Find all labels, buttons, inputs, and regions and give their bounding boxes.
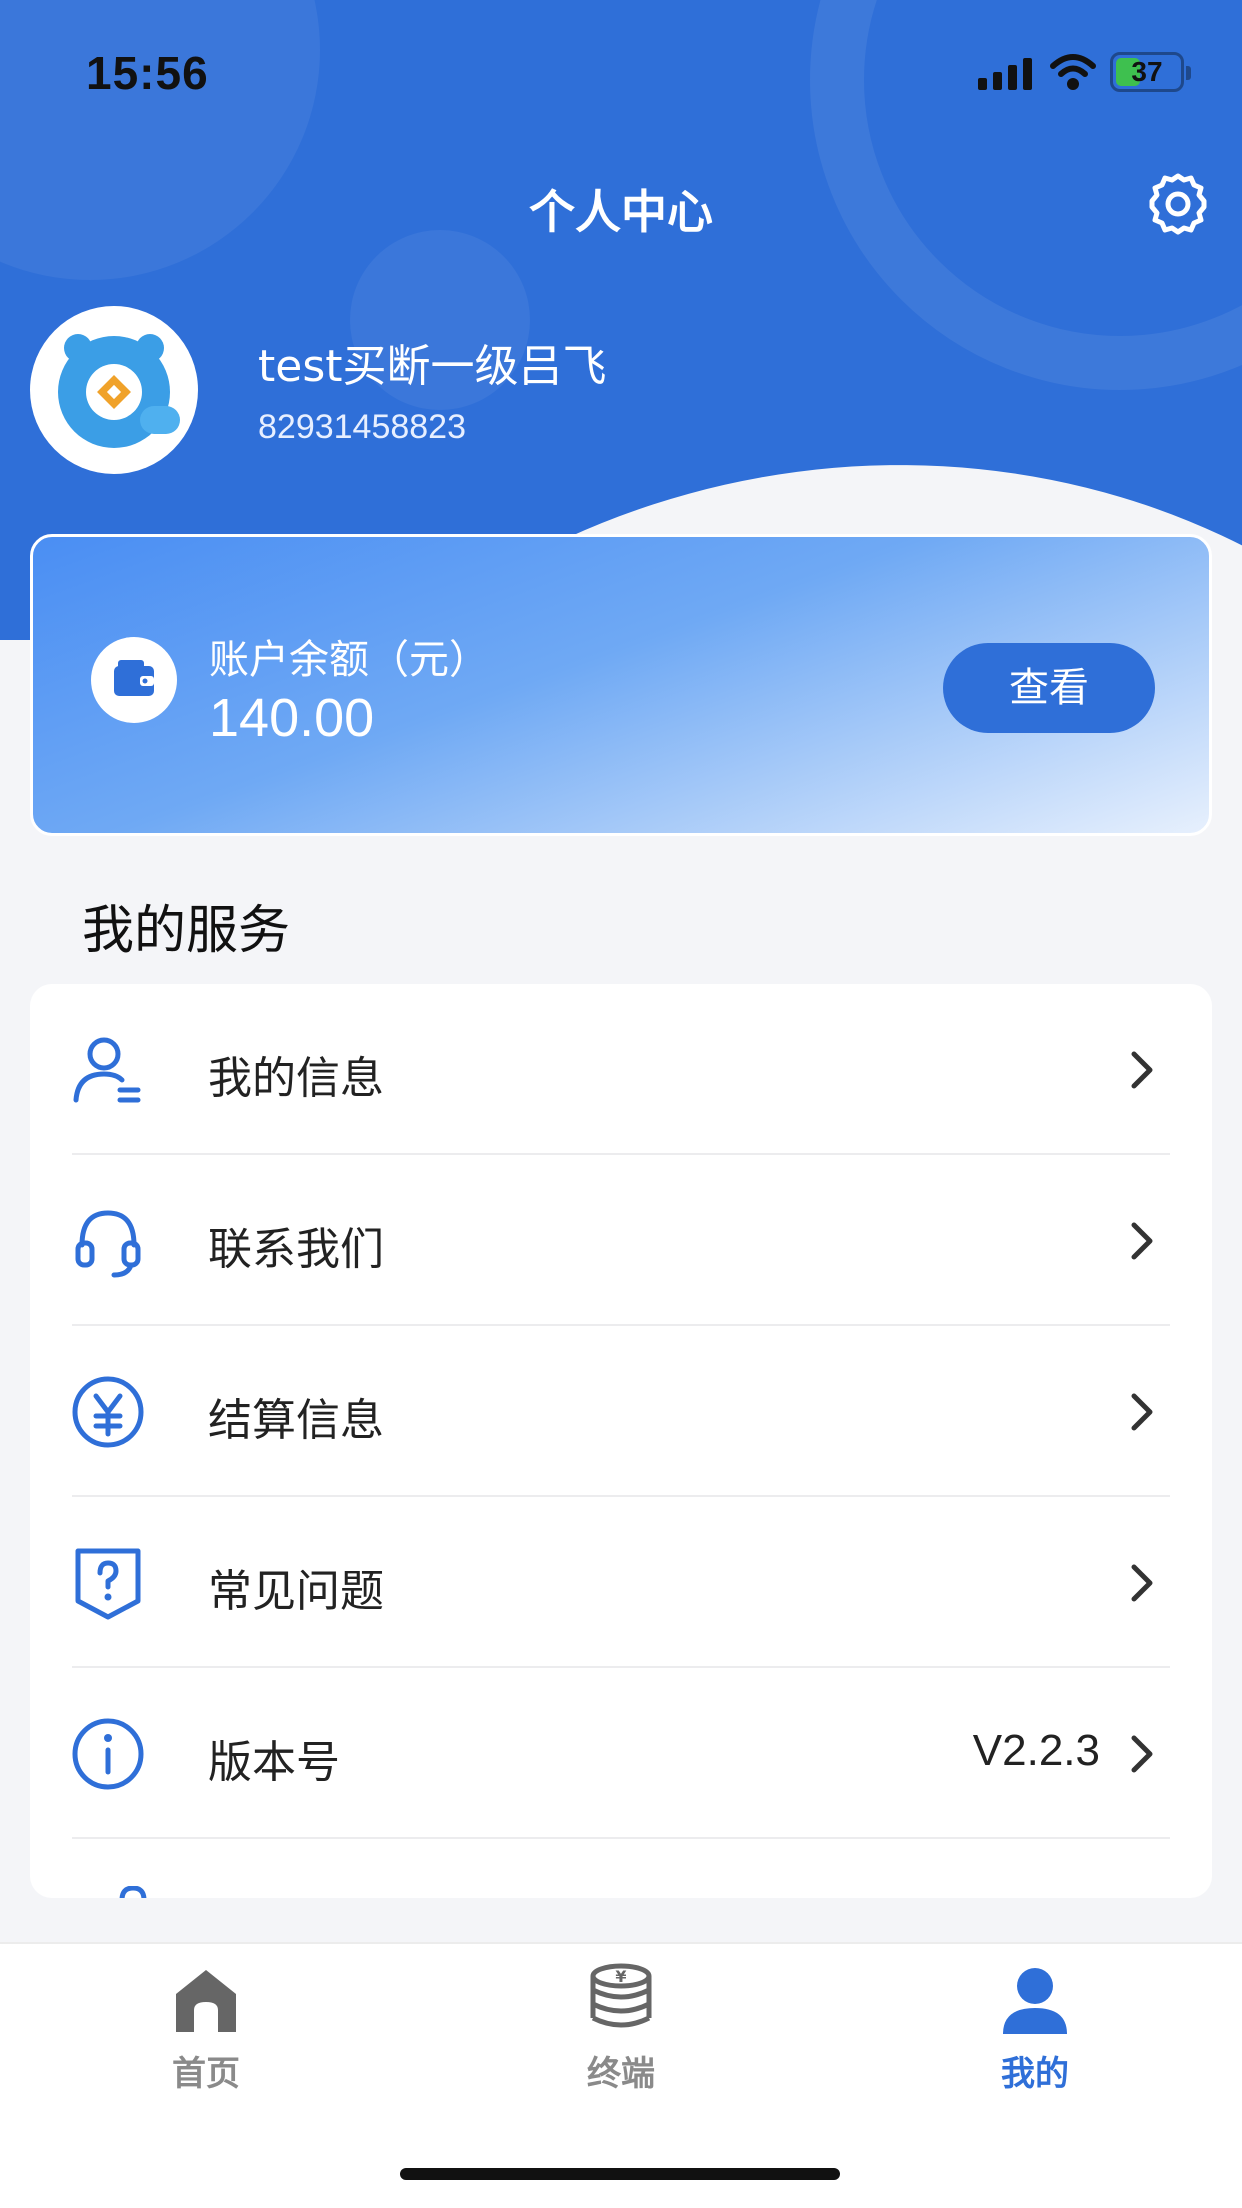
svg-text:¥: ¥ — [615, 1967, 626, 1986]
service-label: 常见问题 — [208, 1566, 384, 1617]
question-icon — [75, 1548, 141, 1620]
chevron-right-icon — [1131, 1564, 1153, 1602]
services-title: 我的服务 — [82, 901, 291, 961]
coins-icon: ¥ — [590, 1963, 652, 2028]
status-bar: 15:56 37 — [0, 0, 1242, 130]
service-label: 联系我们 — [208, 1224, 384, 1275]
user-name: test买断一级吕飞 — [258, 341, 607, 392]
service-item-my-info[interactable]: 我的信息 — [30, 984, 1212, 1155]
tab-mine[interactable]: 我的 — [935, 1962, 1135, 2095]
tab-label: 我的 — [1001, 2054, 1069, 2094]
home-icon — [176, 1970, 236, 2032]
info-icon — [72, 1718, 144, 1790]
version-value: V2.2.3 — [972, 1726, 1100, 1775]
balance-value: 140.00 — [209, 688, 375, 748]
view-balance-button[interactable]: 查看 — [943, 643, 1155, 733]
avatar-logo-icon — [58, 334, 180, 448]
battery-icon: 37 — [1110, 52, 1191, 92]
tab-home[interactable]: 首页 — [106, 1962, 306, 2095]
next-item-icon-partial — [119, 1886, 147, 1898]
status-time: 15:56 — [86, 47, 209, 99]
wallet-icon — [91, 637, 177, 723]
chevron-right-icon — [1131, 1051, 1153, 1089]
service-label: 结算信息 — [208, 1395, 384, 1446]
page-title: 个人中心 — [529, 185, 713, 239]
service-item-settlement[interactable]: 结算信息 — [30, 1326, 1212, 1497]
headset-icon — [75, 1210, 141, 1278]
avatar[interactable] — [30, 306, 198, 474]
yen-icon — [72, 1376, 144, 1448]
services-list: 我的信息 联系我们 结算信息 常见问题 版本号 V2.2.3 — [30, 984, 1212, 1898]
service-item-version[interactable]: 版本号 V2.2.3 — [30, 1668, 1212, 1839]
cellular-signal-icon — [978, 56, 1032, 90]
chevron-right-icon — [1131, 1222, 1153, 1260]
service-label: 版本号 — [208, 1737, 340, 1788]
chevron-right-icon — [1131, 1735, 1153, 1773]
service-label: 我的信息 — [208, 1053, 384, 1104]
service-item-faq[interactable]: 常见问题 — [30, 1497, 1212, 1668]
user-id: 82931458823 — [258, 408, 467, 446]
person-icon — [1003, 1968, 1067, 2034]
tab-label: 终端 — [587, 2054, 655, 2094]
tab-terminal[interactable]: ¥ 终端 — [521, 1962, 721, 2095]
wifi-icon — [1050, 54, 1096, 90]
home-indicator — [400, 2168, 840, 2180]
tab-label: 首页 — [172, 2054, 240, 2094]
chevron-right-icon — [1131, 1393, 1153, 1431]
gear-icon[interactable] — [1144, 170, 1212, 238]
service-item-contact-us[interactable]: 联系我们 — [30, 1155, 1212, 1326]
balance-label: 账户余额（元） — [209, 637, 489, 683]
balance-card: 账户余额（元） 140.00 查看 — [30, 534, 1212, 836]
battery-level: 37 — [1131, 56, 1163, 87]
user-info-icon — [73, 1037, 141, 1103]
